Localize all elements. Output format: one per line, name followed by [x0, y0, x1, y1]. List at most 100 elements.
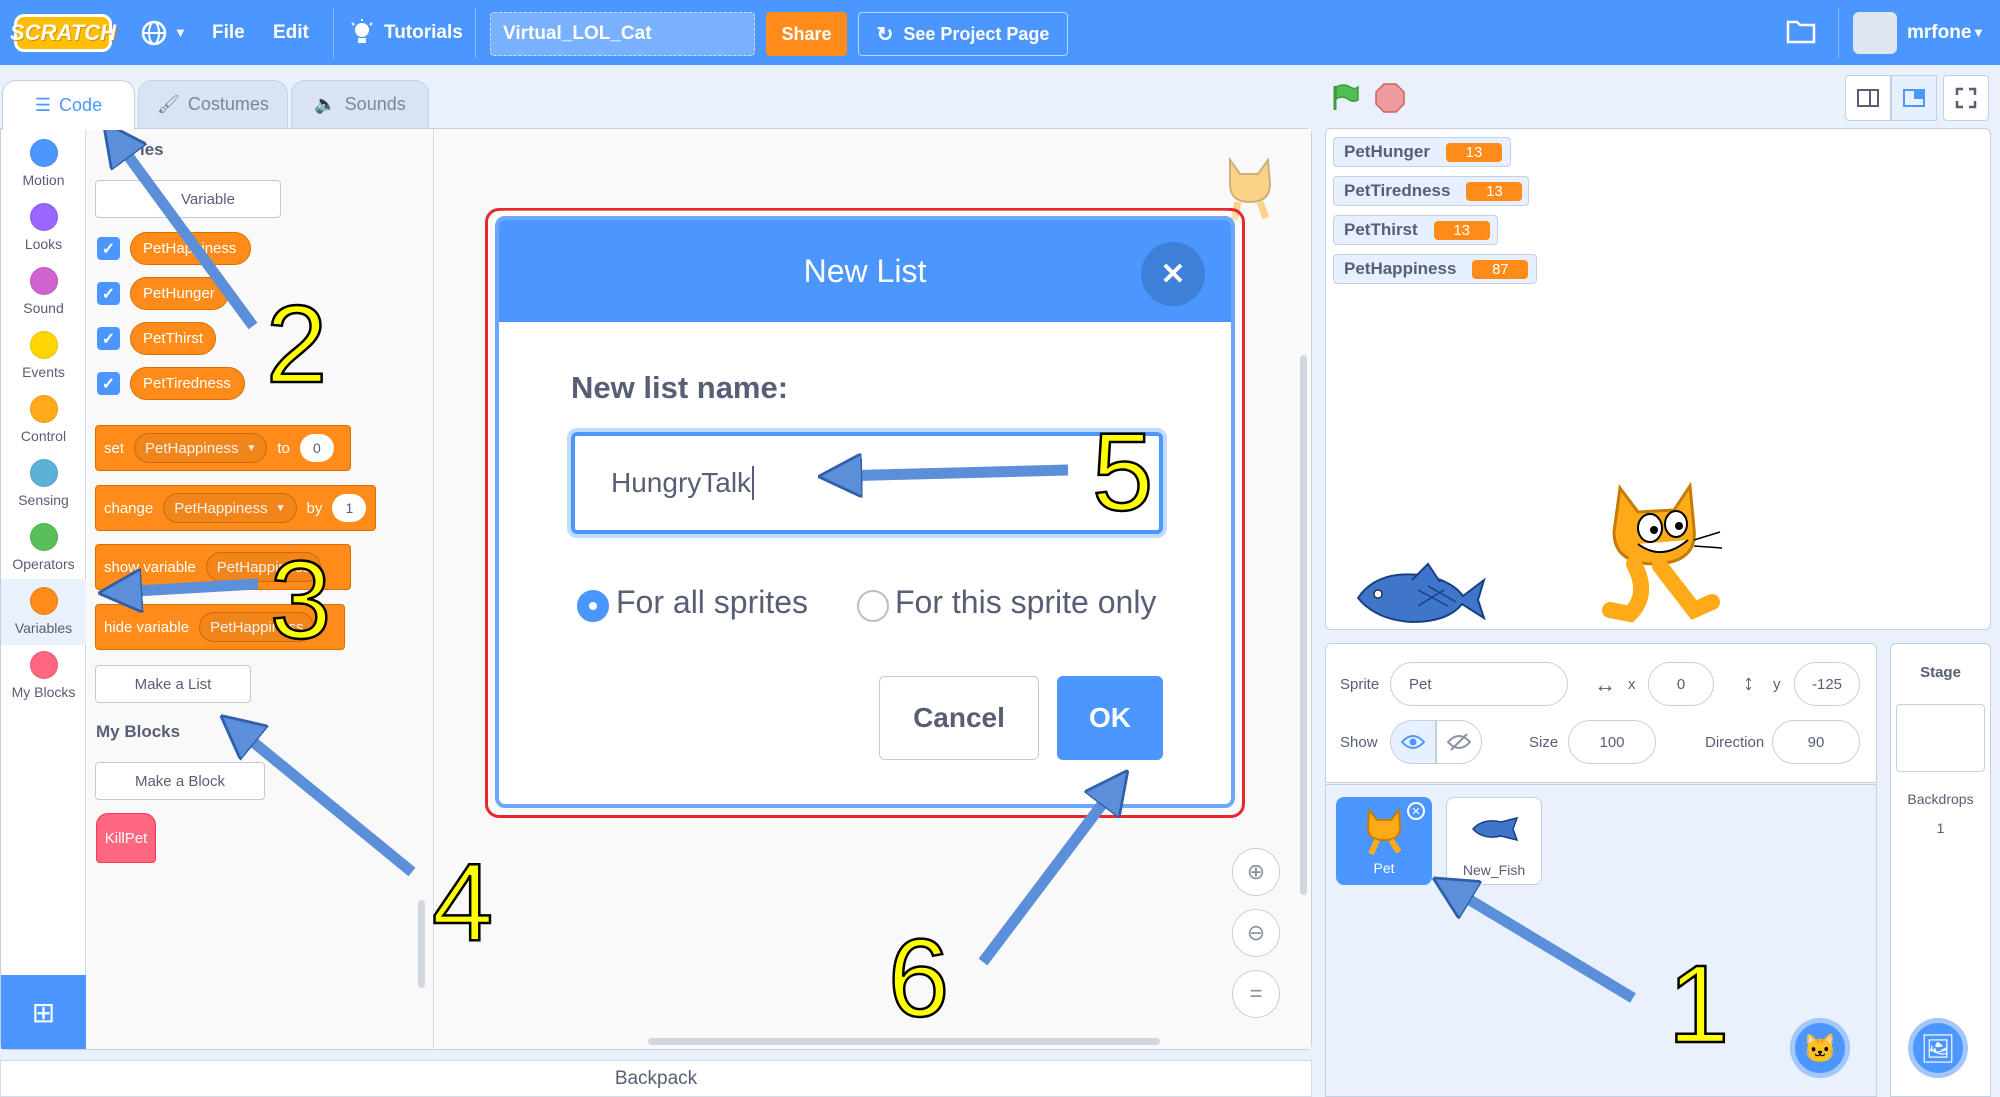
share-button[interactable]: Share [766, 12, 847, 56]
project-title-input[interactable]: Virtual_LOL_Cat [490, 12, 755, 56]
file-menu[interactable]: File [212, 0, 245, 65]
category-operators[interactable]: Operators [1, 523, 86, 585]
tab-code[interactable]: ☰ Code [2, 80, 135, 130]
choose-sprite-button[interactable]: 🐱 [1790, 1018, 1850, 1078]
tutorials-button[interactable]: Tutorials [350, 0, 463, 65]
variable-dropdown[interactable]: PetHappiness ▼ [163, 493, 297, 523]
variable-monitor[interactable]: PetThirst 13 [1333, 215, 1498, 245]
avatar[interactable] [1853, 12, 1897, 54]
variable-checkbox[interactable]: ✓ [97, 237, 120, 260]
list-name-label: New list name: [571, 370, 789, 405]
value-input[interactable]: 0 [299, 434, 334, 462]
close-button[interactable]: ✕ [1141, 242, 1205, 306]
cat-sprite[interactable] [1590, 482, 1726, 624]
size-input[interactable]: 100 [1568, 720, 1656, 764]
category-variables[interactable]: Variables [1, 579, 86, 645]
category-sensing[interactable]: Sensing [1, 459, 86, 521]
stage-thumbnail[interactable] [1896, 704, 1985, 772]
palette-scrollbar[interactable] [418, 900, 425, 988]
text-cursor [752, 466, 755, 500]
small-stage-button[interactable] [1845, 75, 1891, 121]
radio-for-all-sprites-label[interactable]: For all sprites [616, 584, 808, 621]
eye-slash-icon [1447, 733, 1471, 751]
variable-checkbox[interactable]: ✓ [97, 282, 120, 305]
my-stuff-folder-icon[interactable] [1786, 18, 1816, 49]
chevron-down-icon[interactable]: ▼ [1972, 0, 1985, 65]
tab-sounds-label: Sounds [344, 94, 406, 114]
radio-for-this-sprite-only[interactable] [857, 590, 889, 622]
variable-dropdown[interactable]: PetHappiness [199, 612, 315, 642]
make-variable-button[interactable]: Variable [95, 180, 281, 218]
script-vertical-scrollbar[interactable] [1300, 355, 1307, 895]
show-label: Show [1340, 734, 1378, 751]
language-menu[interactable]: ▼ [140, 0, 187, 65]
radio-for-this-sprite-only-label[interactable]: For this sprite only [895, 584, 1156, 621]
motion-dot-icon [29, 139, 58, 167]
category-events[interactable]: Events [1, 331, 86, 393]
value-input[interactable]: 1 [332, 494, 367, 522]
show-sprite-button[interactable] [1390, 720, 1436, 764]
hide-variable-block[interactable]: hide variable PetHappiness [95, 604, 345, 650]
category-my-blocks[interactable]: My Blocks [1, 651, 86, 713]
cancel-button[interactable]: Cancel [879, 676, 1039, 760]
custom-block-killpet[interactable]: KillPet [96, 813, 156, 863]
x-position-input[interactable]: 0 [1648, 662, 1714, 706]
variable-checkbox[interactable]: ✓ [97, 372, 120, 395]
username-label[interactable]: mrfone [1907, 0, 1971, 65]
variable-monitor[interactable]: PetTiredness 13 [1333, 176, 1529, 206]
block-keyword: set [104, 439, 125, 457]
radio-for-all-sprites[interactable] [577, 590, 609, 622]
horizontal-arrows-icon: ↔ [1594, 672, 1616, 697]
make-a-list-button[interactable]: Make a List [95, 665, 251, 703]
change-variable-block[interactable]: change PetHappiness ▼ by 1 [95, 485, 376, 531]
variable-dropdown[interactable]: PetHappiness ▼ [134, 433, 268, 463]
backpack[interactable]: Backpack [0, 1060, 1312, 1097]
zoom-in-button[interactable]: ⊕ [1232, 848, 1280, 896]
hide-sprite-button[interactable] [1436, 720, 1482, 764]
direction-input[interactable]: 90 [1772, 720, 1860, 764]
variable-monitor[interactable]: PetHunger 13 [1333, 137, 1511, 167]
variable-reporter[interactable]: PetHappiness [130, 232, 251, 265]
category-looks[interactable]: Looks [1, 203, 86, 265]
category-control[interactable]: Control [1, 395, 86, 457]
variable-reporter[interactable]: PetThirst [130, 322, 216, 355]
fish-sprite[interactable] [1348, 560, 1488, 632]
chevron-down-icon: ▼ [275, 502, 286, 514]
category-motion[interactable]: Motion [1, 139, 86, 201]
small-stage-icon [1857, 89, 1879, 107]
zoom-out-button[interactable]: ⊖ [1232, 909, 1280, 957]
list-name-input[interactable]: HungryTalk [571, 432, 1163, 534]
see-project-page-button[interactable]: ↻ See Project Page [858, 12, 1068, 56]
choose-backdrop-button[interactable]: 🖼 [1908, 1018, 1968, 1078]
fullscreen-button[interactable] [1943, 75, 1989, 121]
scratch-logo[interactable]: SCRATCH [10, 14, 116, 52]
tab-sounds[interactable]: 🔈 Sounds [291, 80, 429, 128]
variable-checkbox[interactable]: ✓ [97, 327, 120, 350]
new-list-dialog: New List ✕ New list name: HungryTalk For… [495, 216, 1235, 808]
category-label: My Blocks [11, 684, 76, 700]
delete-sprite-icon[interactable]: ✕ [1407, 802, 1425, 820]
edit-menu[interactable]: Edit [273, 0, 309, 65]
script-horizontal-scrollbar[interactable] [648, 1038, 1160, 1045]
variable-monitor[interactable]: PetHappiness 87 [1333, 254, 1537, 284]
dropdown-value: PetHappiness [216, 558, 311, 576]
make-a-block-button[interactable]: Make a Block [95, 762, 265, 800]
sprite-name-input[interactable]: Pet [1390, 662, 1568, 706]
tab-costumes[interactable]: 🖌 Costumes [138, 80, 288, 128]
stop-sign-icon[interactable] [1374, 82, 1406, 114]
large-stage-button[interactable] [1891, 75, 1937, 121]
ok-button[interactable]: OK [1057, 676, 1163, 760]
variable-dropdown[interactable]: PetHappiness [205, 552, 322, 582]
add-extension-button[interactable]: ⊞ [1, 975, 86, 1049]
y-position-input[interactable]: -125 [1794, 662, 1860, 706]
zoom-reset-button[interactable]: = [1232, 970, 1280, 1018]
set-variable-block[interactable]: set PetHappiness ▼ to 0 [95, 425, 351, 471]
sprite-tile-new-fish[interactable]: New_Fish [1446, 797, 1542, 885]
block-keyword: by [306, 499, 323, 517]
show-variable-block[interactable]: show variable PetHappiness [95, 544, 351, 590]
sprite-tile-pet[interactable]: ✕ Pet [1336, 797, 1432, 885]
variable-reporter[interactable]: PetTiredness [130, 367, 245, 400]
category-sound[interactable]: Sound [1, 267, 86, 329]
green-flag-icon[interactable] [1330, 82, 1360, 112]
variable-reporter[interactable]: PetHunger [130, 277, 229, 310]
